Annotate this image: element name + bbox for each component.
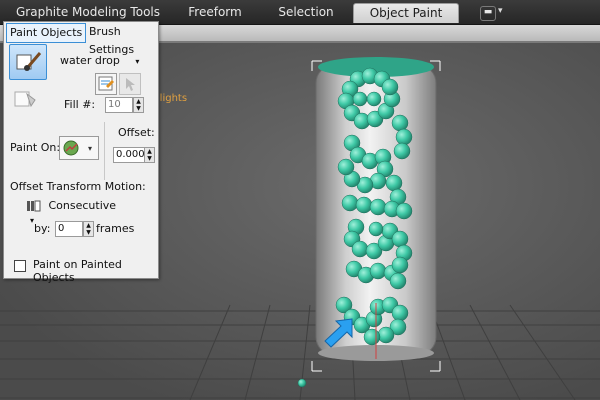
fill-button[interactable] [9, 82, 45, 114]
paint-brush-icon [16, 52, 42, 71]
fill-objects-icon [14, 91, 36, 108]
motion-type-value: Consecutive [48, 199, 117, 212]
paint-on-dropdown[interactable]: ▾ [59, 136, 99, 160]
pick-list-icon [98, 76, 114, 91]
fill-count-spinner[interactable]: ▲ ▼ [133, 97, 144, 113]
chevron-down-icon[interactable]: ▾ [498, 6, 503, 16]
by-label: by: [34, 222, 51, 235]
offset-input[interactable]: 0.000 [113, 147, 145, 163]
fill-label: Fill #: [64, 98, 96, 111]
paint-on-label: Paint On: [10, 141, 61, 154]
tab-selection[interactable]: Selection [272, 3, 340, 22]
cursor-pick-icon [126, 78, 135, 91]
offset-spinner[interactable]: ▲ ▼ [144, 147, 155, 163]
object-list-dropdown[interactable]: water drop ▾ [60, 54, 139, 67]
tab-brush-settings[interactable]: Brush Settings [86, 23, 158, 56]
object-dropdown-value: water drop [60, 54, 120, 67]
paint-on-painted-label: Paint on Painted Objects [33, 258, 122, 284]
object-paint-panel: Paint Objects Brush Settings water drop … [3, 21, 159, 284]
tab-freeform[interactable]: Freeform [180, 3, 250, 22]
offset-transform-motion-label: Offset Transform Motion: [10, 180, 146, 193]
tab-object-paint[interactable]: Object Paint [353, 3, 459, 23]
paint-button[interactable] [9, 44, 47, 80]
pick-from-scene-button[interactable] [119, 73, 141, 95]
pick-object-button[interactable] [95, 73, 117, 95]
sphere-surface-icon: ▾ [63, 140, 92, 156]
frames-label: frames [96, 222, 135, 235]
tab-paint-objects[interactable]: Paint Objects [6, 23, 87, 43]
motion-type-dropdown[interactable]: Consecutive ▾ [26, 199, 126, 225]
film-strip-icon [27, 200, 41, 212]
offset-label: Offset: [118, 126, 155, 139]
chevron-down-icon: ▾ [135, 57, 140, 66]
by-frames-input[interactable]: 0 [55, 221, 83, 237]
tab-graphite-modeling-tools[interactable]: Graphite Modeling Tools [14, 3, 162, 22]
by-frames-spinner[interactable]: ▲ ▼ [83, 221, 94, 237]
group-separator [104, 122, 105, 180]
fill-count-input[interactable]: 10 [105, 97, 133, 113]
ribbon-dropdown-button[interactable]: ▬ [480, 6, 496, 21]
svg-text:▾: ▾ [88, 144, 92, 153]
paint-on-painted-checkbox[interactable] [14, 260, 26, 272]
